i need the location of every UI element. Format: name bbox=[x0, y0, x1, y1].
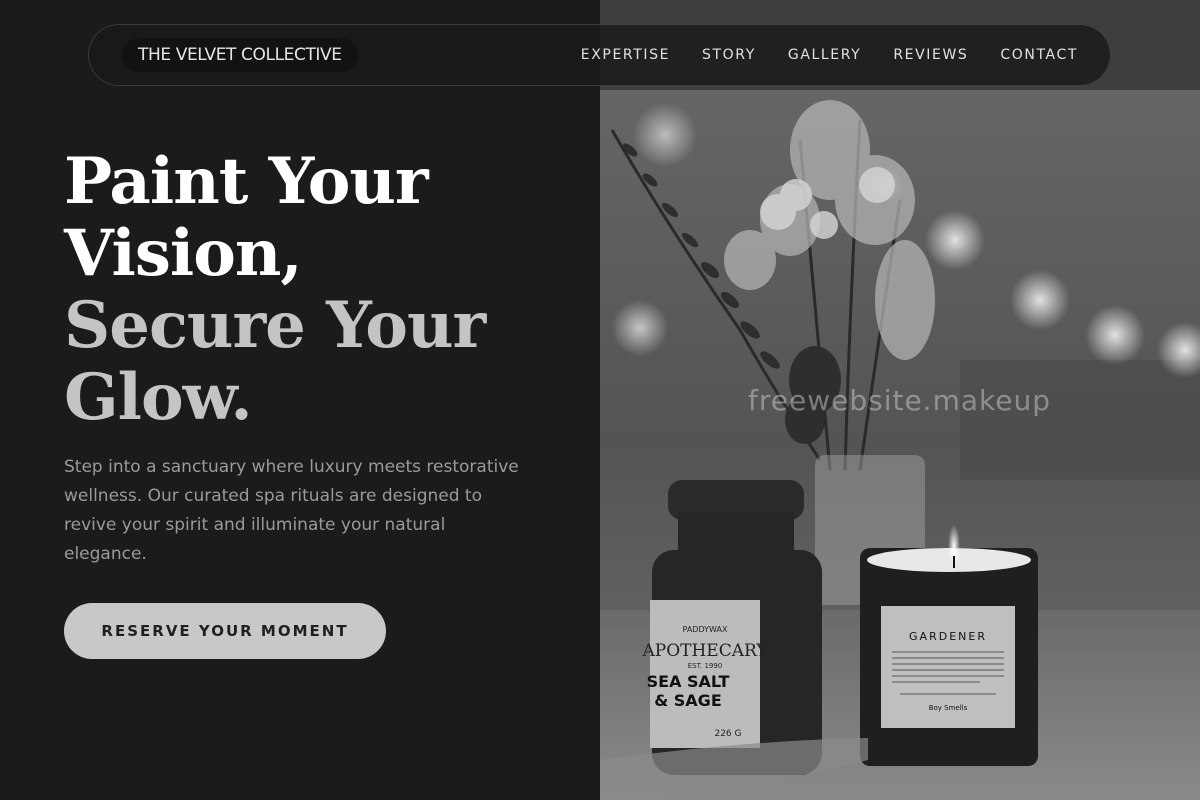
brand-logo[interactable]: THE VELVET COLLECTIVE bbox=[122, 38, 358, 72]
candle-label-title: GARDENER bbox=[909, 630, 987, 643]
nav-link-expertise[interactable]: EXPERTISE bbox=[581, 47, 670, 63]
jar-label-weight: 226 G bbox=[714, 729, 741, 739]
jar-label-scent-1: SEA SALT bbox=[647, 672, 730, 691]
top-navbar: THE VELVET COLLECTIVE EXPERTISE STORY GA… bbox=[88, 24, 1111, 86]
candle-label-brand: Boy Smells bbox=[929, 704, 968, 712]
nav-link-gallery[interactable]: GALLERY bbox=[788, 47, 861, 63]
jar-label-title: APOTHECARY bbox=[641, 641, 768, 661]
jar-label-brand: PADDYWAX bbox=[683, 625, 729, 634]
nav-link-story[interactable]: STORY bbox=[702, 47, 756, 63]
nav-links: EXPERTISE STORY GALLERY REVIEWS CONTACT bbox=[581, 47, 1078, 63]
hero-headline: Paint Your Vision, Secure Your Glow. bbox=[64, 146, 584, 434]
nav-link-reviews[interactable]: REVIEWS bbox=[893, 47, 968, 63]
jar-label-est: EST. 1990 bbox=[688, 662, 723, 670]
nav-link-contact[interactable]: CONTACT bbox=[1000, 47, 1078, 63]
headline-line-4: Glow. bbox=[64, 360, 253, 435]
watermark: freewebsite.makeup bbox=[748, 384, 1051, 417]
headline-line-2: Vision, bbox=[64, 216, 303, 291]
jar-label-scent-2: & SAGE bbox=[654, 691, 722, 710]
reserve-button[interactable]: RESERVE YOUR MOMENT bbox=[64, 603, 386, 659]
headline-line-3: Secure Your bbox=[64, 288, 486, 363]
headline-line-1: Paint Your bbox=[64, 144, 429, 219]
hero-description: Step into a sanctuary where luxury meets… bbox=[64, 457, 519, 564]
